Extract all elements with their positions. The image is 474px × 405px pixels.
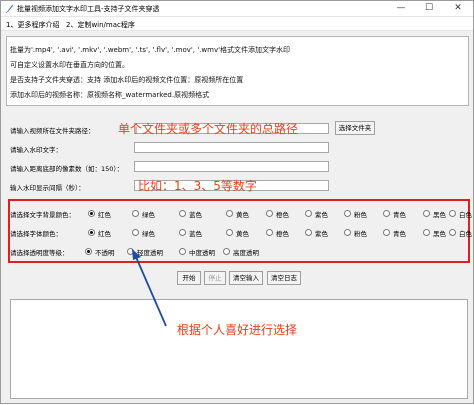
bg-color-option-label[interactable]: 白色: [459, 209, 472, 219]
bg-color-radio-7[interactable]: [383, 210, 390, 217]
clear-log-button[interactable]: 清空日志: [267, 271, 301, 285]
font-color-radio-1[interactable]: [132, 229, 139, 236]
font-color-option-label[interactable]: 绿色: [142, 228, 155, 238]
font-color-radio-9[interactable]: [449, 229, 456, 236]
start-button[interactable]: 开始: [177, 271, 201, 285]
annotation-choice-hint: 根据个人喜好进行选择: [177, 323, 298, 337]
bg-color-radio-2[interactable]: [179, 210, 186, 217]
minimize-button[interactable]: —: [387, 1, 415, 16]
font-color-option-label[interactable]: 黑色: [433, 228, 446, 238]
bg-color-option-label[interactable]: 黄色: [236, 209, 249, 219]
select-folder-button[interactable]: 选择文件夹: [335, 121, 375, 135]
log-output-area[interactable]: [10, 299, 468, 399]
window-title: 批量视频添加文字水印工具-支持子文件夹穿透: [17, 5, 160, 13]
app-window: 批量视频添加文字水印工具-支持子文件夹穿透 — ☐ ✕ 1、更多程序介绍 2、定…: [0, 0, 474, 404]
bg-color-radio-3[interactable]: [226, 210, 233, 217]
info-line-position: 可自定义设置水印在垂直方向的位置。: [10, 61, 129, 69]
bg-color-radio-9[interactable]: [449, 210, 456, 217]
font-color-radio-6[interactable]: [344, 229, 351, 236]
bg-color-option-label[interactable]: 蓝色: [189, 209, 202, 219]
bg-color-radio-8[interactable]: [423, 210, 430, 217]
font-color-label: 请选择字体颜色：: [10, 230, 62, 238]
info-panel: 批量为'.mp4', '.avi', '.mkv', '.webm', '.ts…: [6, 36, 469, 106]
font-color-option-label[interactable]: 青色: [393, 228, 406, 238]
bg-color-label: 请选择文字背景颜色：: [10, 211, 75, 219]
transparency-label: 请选择透明度等级：: [10, 249, 69, 257]
bg-color-radio-0[interactable]: [88, 210, 95, 217]
info-line-formats: 批量为'.mp4', '.avi', '.mkv', '.webm', '.ts…: [10, 46, 291, 54]
annotation-path-hint: 单个文件夹或多个文件夹的总路径: [118, 122, 299, 136]
transparency-option-label[interactable]: 中度透明: [189, 247, 215, 257]
font-color-option-label[interactable]: 白色: [459, 228, 472, 238]
maximize-button[interactable]: ☐: [415, 1, 443, 16]
bottom-distance-input[interactable]: [134, 161, 329, 172]
transparency-option-label[interactable]: 高度透明: [233, 247, 259, 257]
transparency-radio-1[interactable]: [127, 248, 134, 255]
close-button[interactable]: ✕: [444, 1, 472, 16]
transparency-radio-0[interactable]: [85, 248, 92, 255]
bg-color-option-label[interactable]: 红色: [98, 209, 111, 219]
display-interval-label: 输入水印显示间隔（秒）：: [10, 184, 85, 192]
font-color-option-label[interactable]: 黄色: [236, 228, 249, 238]
title-bar: 批量视频添加文字水印工具-支持子文件夹穿透 — ☐ ✕: [1, 1, 473, 17]
bg-color-option-label[interactable]: 青色: [393, 209, 406, 219]
font-color-radio-3[interactable]: [226, 229, 233, 236]
bg-color-radio-4[interactable]: [266, 210, 273, 217]
watermark-text-input[interactable]: [134, 142, 329, 153]
bg-color-option-label[interactable]: 绿色: [142, 209, 155, 219]
bg-color-radio-1[interactable]: [132, 210, 139, 217]
bg-color-option-label[interactable]: 粉色: [354, 209, 367, 219]
font-color-radio-2[interactable]: [179, 229, 186, 236]
menu-item-custom-programs[interactable]: 2、定制win/mac程序: [66, 20, 135, 30]
watermark-text-label: 请输入水印文字：: [10, 146, 62, 154]
transparency-radio-2[interactable]: [179, 248, 186, 255]
bg-color-option-label[interactable]: 紫色: [315, 209, 328, 219]
font-color-option-label[interactable]: 紫色: [315, 228, 328, 238]
font-color-radio-8[interactable]: [423, 229, 430, 236]
transparency-option-label[interactable]: 不透明: [95, 247, 115, 257]
font-color-option-label[interactable]: 粉色: [354, 228, 367, 238]
transparency-option-label[interactable]: 轻度透明: [137, 247, 163, 257]
font-color-radio-5[interactable]: [305, 229, 312, 236]
folder-path-label: 请输入视频所在文件夹路径：: [10, 127, 95, 135]
font-color-option-label[interactable]: 橙色: [276, 228, 289, 238]
bg-color-radio-5[interactable]: [305, 210, 312, 217]
font-color-radio-4[interactable]: [266, 229, 273, 236]
annotation-number-hint: 比如：1、3、5等数字: [138, 179, 257, 193]
stop-button[interactable]: 停止: [204, 271, 226, 285]
bg-color-radio-6[interactable]: [344, 210, 351, 217]
font-color-radio-7[interactable]: [383, 229, 390, 236]
clear-input-button[interactable]: 清空输入: [229, 271, 263, 285]
info-line-subfolder: 是否支持子文件夹穿透：支持 添加水印后的视频文件位置：原视频所在位置: [10, 76, 244, 84]
transparency-radio-3[interactable]: [223, 248, 230, 255]
menu-bar: 1、更多程序介绍 2、定制win/mac程序: [1, 17, 473, 31]
bottom-distance-label: 请输入距离底部的像素数（如：150）：: [10, 165, 124, 173]
bg-color-option-label[interactable]: 橙色: [276, 209, 289, 219]
feather-icon: [5, 4, 14, 13]
font-color-radio-0[interactable]: [88, 229, 95, 236]
font-color-option-label[interactable]: 红色: [98, 228, 111, 238]
bg-color-option-label[interactable]: 黑色: [433, 209, 446, 219]
font-color-option-label[interactable]: 蓝色: [189, 228, 202, 238]
info-line-output-name: 添加水印后的视频名称：原视频名称_watermarked.原视频格式: [10, 91, 210, 99]
menu-item-more-programs[interactable]: 1、更多程序介绍: [6, 20, 59, 30]
